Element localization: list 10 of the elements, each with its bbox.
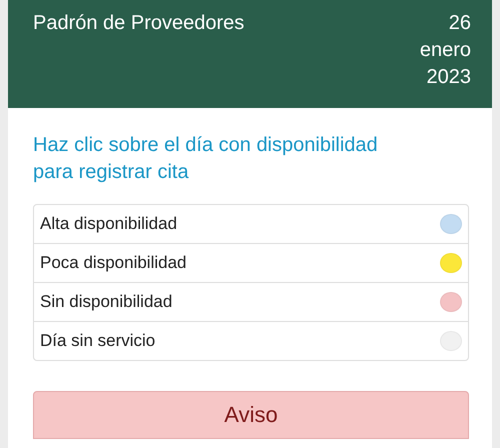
date-text: 26: [448, 11, 471, 36]
legend-label: Día sin servicio: [40, 331, 156, 351]
legend-label: Sin disponibilidad: [40, 292, 172, 312]
instructions-text: Haz clic sobre el día con disponibilidad para registrar cita: [33, 133, 378, 185]
date-text: enero: [420, 38, 471, 63]
legend-label: Alta disponibilidad: [40, 214, 178, 234]
legend-label: Poca disponibilidad: [40, 253, 186, 273]
date-text: 2023: [426, 65, 471, 90]
page-title: Padrón de Proveedores: [33, 11, 244, 36]
notice-title: Aviso: [224, 402, 278, 428]
